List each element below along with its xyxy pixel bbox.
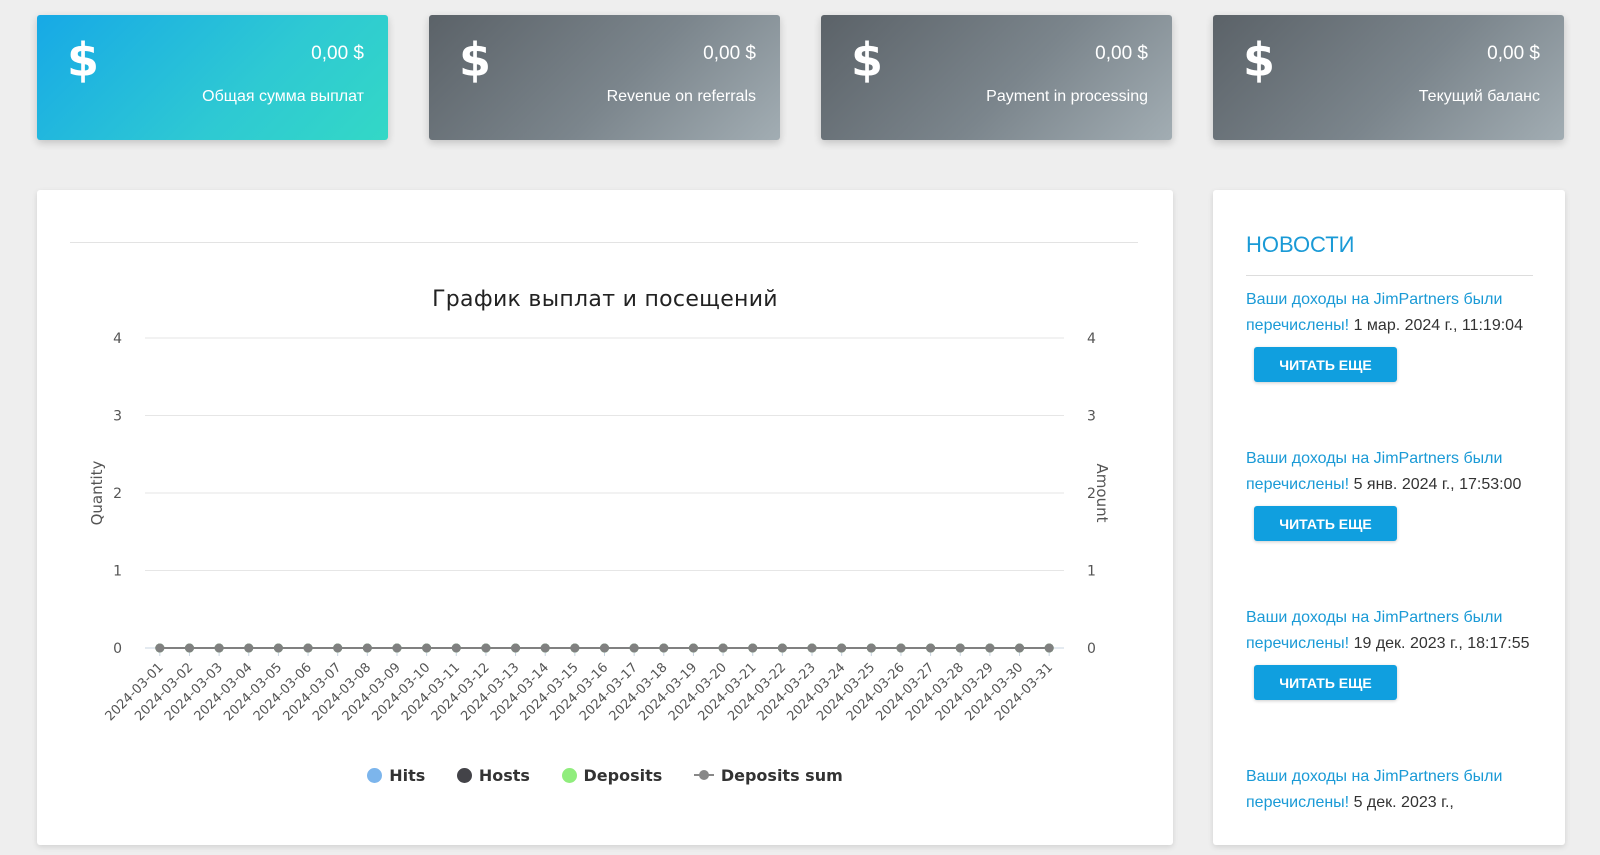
data-point bbox=[926, 643, 936, 653]
data-point bbox=[451, 643, 461, 653]
news-date: 19 дек. 2023 г., 18:17:55 bbox=[1353, 635, 1530, 652]
news-item: Ваши доходы на JimPartners были перечисл… bbox=[1246, 764, 1536, 816]
data-point bbox=[392, 643, 402, 653]
news-text: Ваши доходы на JimPartners были перечисл… bbox=[1246, 605, 1536, 657]
y-tick-label: 0 bbox=[113, 641, 122, 657]
chart-panel: 0 0 1 1 2 2 3 3 4 4 Quantity Amount 2024-03-01 2024-0… bbox=[37, 190, 1173, 845]
data-point bbox=[481, 643, 491, 653]
legend-marker bbox=[367, 768, 383, 783]
news-item: Ваши доходы на JimPartners были перечисл… bbox=[1246, 605, 1536, 700]
dollar-icon: $ bbox=[459, 33, 492, 87]
legend-item-deposits-sum[interactable]: Deposits sum bbox=[693, 766, 843, 785]
data-point bbox=[1044, 643, 1054, 653]
data-point bbox=[273, 643, 283, 653]
news-text: Ваши доходы на JimPartners были перечисл… bbox=[1246, 446, 1536, 498]
data-point bbox=[718, 643, 728, 653]
news-text: Ваши доходы на JimPartners были перечисл… bbox=[1246, 764, 1536, 816]
dollar-icon: $ bbox=[851, 33, 884, 87]
data-point bbox=[333, 643, 343, 653]
news-item: Ваши доходы на JimPartners были перечисл… bbox=[1246, 287, 1536, 382]
stat-label: Payment in processing bbox=[986, 88, 1148, 105]
data-point bbox=[985, 643, 995, 653]
data-point bbox=[511, 643, 521, 653]
y-axis-title: Quantity bbox=[88, 460, 106, 525]
data-point bbox=[896, 643, 906, 653]
legend-label: Hits bbox=[389, 766, 426, 785]
data-point bbox=[1015, 643, 1025, 653]
data-point bbox=[777, 643, 787, 653]
data-point bbox=[807, 643, 817, 653]
data-point bbox=[629, 643, 639, 653]
data-point bbox=[866, 643, 876, 653]
stat-card-payment-processing: $ 0,00 $ Payment in processing bbox=[821, 15, 1172, 140]
legend-marker bbox=[561, 768, 577, 783]
legend-item-deposits[interactable]: Deposits bbox=[561, 766, 663, 785]
chart-legend: Hits Hosts Deposits Deposits sum bbox=[37, 765, 1173, 785]
divider bbox=[1246, 275, 1533, 276]
news-item: Ваши доходы на JimPartners были перечисл… bbox=[1246, 446, 1536, 541]
stat-card-revenue-referrals: $ 0,00 $ Revenue on referrals bbox=[429, 15, 780, 140]
data-point bbox=[600, 643, 609, 653]
news-text: Ваши доходы на JimPartners были перечисл… bbox=[1246, 287, 1536, 339]
news-date: 5 янв. 2024 г., 17:53:00 bbox=[1353, 476, 1522, 493]
data-point bbox=[422, 643, 432, 653]
read-more-button[interactable]: ЧИТАТЬ ЕЩЕ bbox=[1254, 347, 1397, 382]
legend-label: Hosts bbox=[478, 766, 530, 785]
y-tick-label: 4 bbox=[113, 331, 122, 347]
stat-label: Текущий баланс bbox=[1418, 88, 1540, 105]
stat-amount: 0,00 $ bbox=[703, 43, 756, 64]
data-point bbox=[659, 643, 669, 653]
stat-card-total-payouts: $ 0,00 $ Общая сумма выплат bbox=[37, 15, 388, 140]
stat-label: Revenue on referrals bbox=[606, 88, 756, 105]
y-tick-label-right: 0 bbox=[1087, 641, 1096, 657]
y-tick-label-right: 1 bbox=[1087, 564, 1096, 580]
read-more-button[interactable]: ЧИТАТЬ ЕЩЕ bbox=[1254, 665, 1397, 700]
legend-label: Deposits sum bbox=[720, 766, 843, 785]
stat-label: Общая сумма выплат bbox=[202, 88, 364, 105]
legend-label: Deposits bbox=[583, 766, 663, 785]
data-point bbox=[214, 643, 224, 653]
stat-amount: 0,00 $ bbox=[1095, 43, 1148, 64]
y-axis-title-right: Amount bbox=[1093, 464, 1111, 523]
y-tick-label-right: 4 bbox=[1087, 331, 1096, 347]
news-title: НОВОСТИ bbox=[1246, 232, 1355, 257]
data-point bbox=[688, 643, 698, 653]
legend-marker bbox=[456, 768, 472, 783]
data-point bbox=[303, 643, 313, 653]
data-point bbox=[184, 643, 194, 653]
data-point bbox=[155, 643, 165, 653]
legend-item-hosts[interactable]: Hosts bbox=[456, 766, 530, 785]
news-panel: НОВОСТИ Ваши доходы на JimPartners были … bbox=[1213, 190, 1565, 845]
data-point bbox=[570, 643, 580, 653]
y-tick-label: 3 bbox=[113, 409, 122, 425]
news-date: 5 дек. 2023 г., bbox=[1353, 794, 1454, 811]
data-point bbox=[362, 643, 372, 653]
data-point bbox=[540, 643, 550, 653]
data-point bbox=[955, 643, 965, 653]
data-point bbox=[244, 643, 254, 653]
stat-card-current-balance: $ 0,00 $ Текущий баланс bbox=[1213, 15, 1564, 140]
read-more-button[interactable]: ЧИТАТЬ ЕЩЕ bbox=[1254, 506, 1397, 541]
data-point bbox=[748, 643, 758, 653]
news-date: 1 мар. 2024 г., 11:19:04 bbox=[1353, 317, 1523, 334]
dollar-icon: $ bbox=[1243, 33, 1276, 87]
legend-item-hits[interactable]: Hits bbox=[367, 766, 425, 785]
y-tick-label: 2 bbox=[113, 486, 122, 502]
legend-marker bbox=[693, 770, 714, 780]
y-tick-label-right: 3 bbox=[1087, 409, 1096, 425]
chart-title: График выплат и посещений bbox=[432, 287, 778, 312]
stat-amount: 0,00 $ bbox=[311, 43, 364, 64]
dollar-icon: $ bbox=[67, 33, 100, 87]
y-tick-label: 1 bbox=[113, 564, 122, 580]
stat-amount: 0,00 $ bbox=[1487, 43, 1540, 64]
data-point bbox=[837, 643, 847, 653]
